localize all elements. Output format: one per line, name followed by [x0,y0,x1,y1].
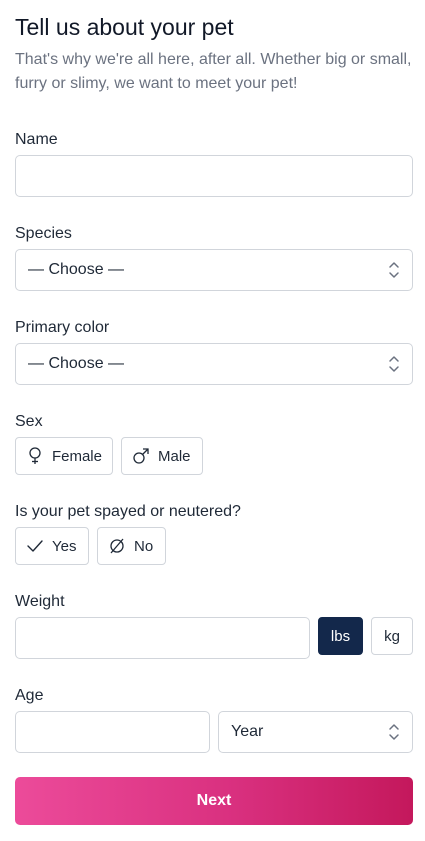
species-selected-value: — Choose — [28,261,125,278]
sex-male-label: Male [158,447,191,465]
sex-female-label: Female [51,447,102,465]
male-icon [132,447,150,465]
updown-chevron-icon [388,354,400,374]
spayed-label: Is your pet spayed or neutered? [15,503,241,520]
updown-chevron-icon [388,260,400,280]
spayed-no-label: No [134,537,154,555]
weight-input[interactable] [15,617,310,659]
sex-male-button[interactable]: Male [121,437,203,475]
unit-kg-button[interactable]: kg [371,617,413,655]
primary-color-selected-value: — Choose — [28,355,125,372]
species-select[interactable]: — Choose — [15,249,413,291]
species-label: Species [15,225,72,242]
intro-text: That's why we're all here, after all. Wh… [15,51,412,92]
age-label: Age [15,687,44,704]
age-input[interactable] [15,711,210,753]
spayed-yes-button[interactable]: Yes [15,527,89,565]
name-input[interactable] [15,155,413,197]
sex-female-button[interactable]: Female [15,437,113,475]
unit-lbs-button[interactable]: lbs [318,617,363,655]
weight-label: Weight [15,593,65,610]
spayed-yes-label: Yes [52,537,77,555]
empty-set-icon [108,537,126,555]
sex-label: Sex [15,413,43,430]
age-unit-select[interactable]: Year [218,711,413,753]
female-icon [26,447,44,465]
spayed-no-button[interactable]: No [97,527,166,565]
age-unit-selected-value: Year [231,723,264,740]
page-title: Tell us about your pet [15,14,234,40]
updown-chevron-icon [388,722,400,742]
check-icon [26,537,44,555]
name-label: Name [15,131,58,148]
next-button[interactable]: Next [15,777,413,825]
primary-color-select[interactable]: — Choose — [15,343,413,385]
primary-color-label: Primary color [15,319,110,336]
